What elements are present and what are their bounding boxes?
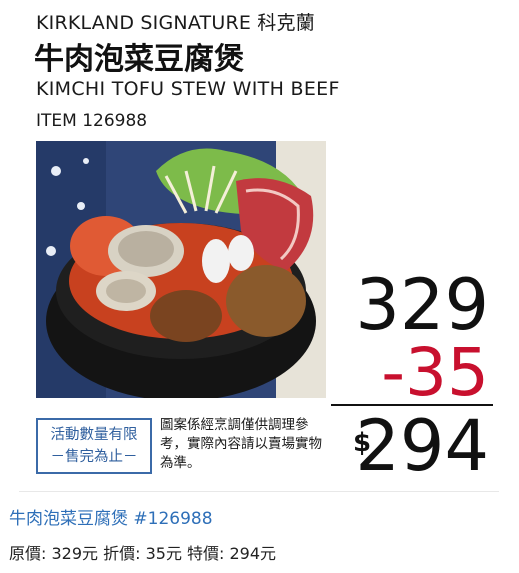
price-summary: 原價: 329元 折價: 35元 特價: 294元 xyxy=(9,544,277,563)
product-title-zh: 牛肉泡菜豆腐煲 xyxy=(34,42,244,77)
limited-quantity-badge: 活動數量有限 －售完為止－ xyxy=(36,418,152,474)
product-link[interactable]: 牛肉泡菜豆腐煲 #126988 xyxy=(9,504,213,529)
limited-line-1: 活動數量有限 xyxy=(50,427,138,443)
image-disclaimer: 圖案係經烹調僅供調理參考，實際內容請以賣場實物為準。 xyxy=(160,417,322,471)
original-price: 329 xyxy=(355,264,489,346)
product-photo xyxy=(36,141,326,398)
brand-name: KIRKLAND SIGNATURE 科克蘭 xyxy=(36,12,315,34)
product-flyer: KIRKLAND SIGNATURE 科克蘭 牛肉泡菜豆腐煲 KIMCHI TO… xyxy=(19,0,499,492)
discount-amount: -35 xyxy=(381,334,489,411)
limited-line-2: －售完為止－ xyxy=(50,449,138,465)
final-price: 294 xyxy=(355,405,489,487)
product-title-en: KIMCHI TOFU STEW WITH BEEF xyxy=(36,78,340,100)
item-number: ITEM 126988 xyxy=(36,111,148,131)
